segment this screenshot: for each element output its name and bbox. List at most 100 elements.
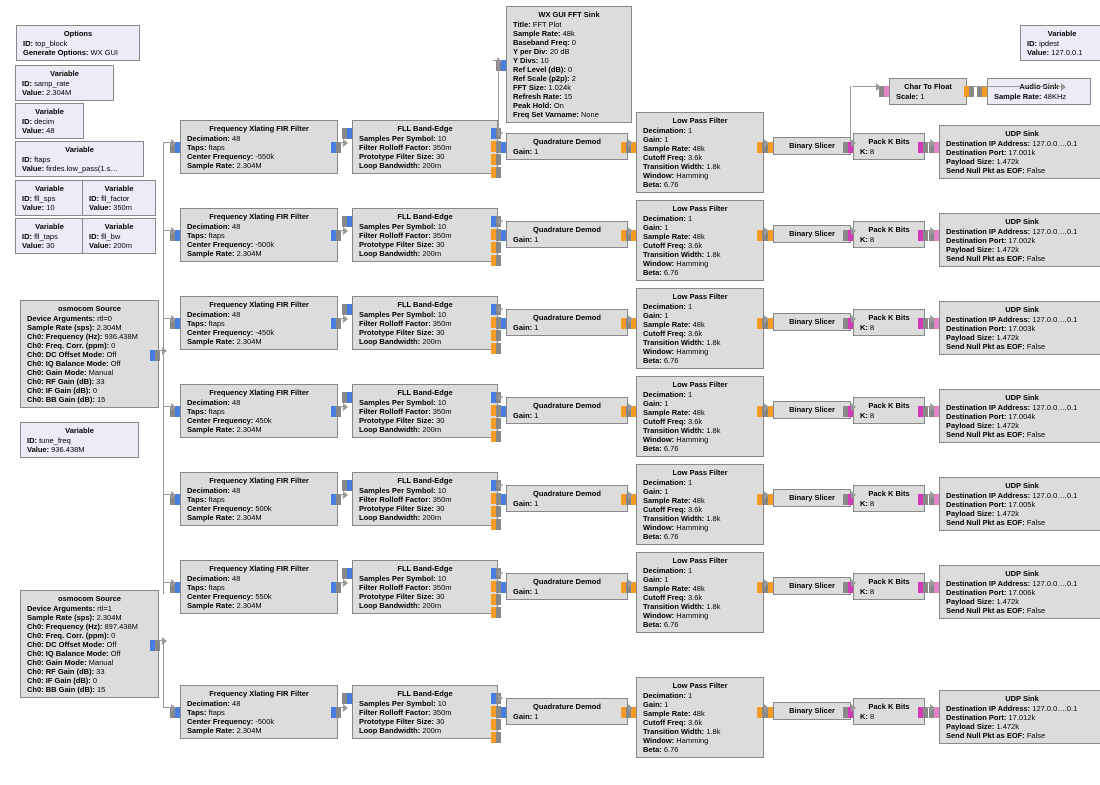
port-tab bbox=[923, 582, 928, 593]
binary-slicer-4[interactable]: Binary Slicer bbox=[773, 489, 851, 507]
quad-demod-6[interactable]: Quadrature DemodGain: 1 bbox=[506, 698, 628, 725]
port[interactable] bbox=[501, 142, 506, 153]
block-field: Destination Port: 17.003k bbox=[946, 324, 1098, 333]
port[interactable] bbox=[347, 568, 352, 579]
port-tab bbox=[496, 707, 501, 718]
port-tab bbox=[923, 230, 928, 241]
audio-sink[interactable]: Audio SinkSample Rate: 48KHz bbox=[987, 78, 1091, 105]
port[interactable] bbox=[501, 406, 506, 417]
pack-kbits-5[interactable]: Pack K BitsK: 8 bbox=[853, 573, 925, 600]
var-ftaps[interactable]: VariableID: ftapsValue: firdes.low_pass(… bbox=[15, 141, 144, 177]
port[interactable] bbox=[982, 86, 987, 97]
port[interactable] bbox=[501, 494, 506, 505]
pack-kbits-3[interactable]: Pack K BitsK: 8 bbox=[853, 397, 925, 424]
fir-filter-3[interactable]: Frequency Xlating FIR FilterDecimation: … bbox=[180, 384, 338, 438]
fir-filter-5[interactable]: Frequency Xlating FIR FilterDecimation: … bbox=[180, 560, 338, 614]
fll-bandedge-3[interactable]: FLL Band-EdgeSamples Per Symbol: 10Filte… bbox=[352, 384, 498, 438]
block-field: Decimation: 1 bbox=[643, 691, 757, 700]
udp-sink-4[interactable]: UDP SinkDestination IP Address: 127.0.0…… bbox=[939, 477, 1100, 531]
lowpass-2[interactable]: Low Pass FilterDecimation: 1Gain: 1Sampl… bbox=[636, 288, 764, 369]
port[interactable] bbox=[501, 582, 506, 593]
connector bbox=[853, 86, 877, 87]
lowpass-6[interactable]: Low Pass FilterDecimation: 1Gain: 1Sampl… bbox=[636, 677, 764, 758]
block-field: Prototype Filter Size: 30 bbox=[359, 328, 491, 337]
block-field: Ch0: IF Gain (dB): 0 bbox=[27, 676, 152, 685]
lowpass-0[interactable]: Low Pass FilterDecimation: 1Gain: 1Sampl… bbox=[636, 112, 764, 193]
var-decim[interactable]: VariableID: decimValue: 48 bbox=[15, 103, 84, 139]
connector bbox=[158, 640, 163, 641]
port-tab bbox=[923, 142, 928, 153]
var-ipdest[interactable]: VariableID: ipdestValue: 127.0.0.1 bbox=[1020, 25, 1100, 61]
block-field: Window: Hamming bbox=[643, 523, 757, 532]
quad-demod-5[interactable]: Quadrature DemodGain: 1 bbox=[506, 573, 628, 600]
fir-filter-4[interactable]: Frequency Xlating FIR FilterDecimation: … bbox=[180, 472, 338, 526]
fir-filter-0[interactable]: Frequency Xlating FIR FilterDecimation: … bbox=[180, 120, 338, 174]
block-field: Window: Hamming bbox=[643, 435, 757, 444]
fll-bandedge-2[interactable]: FLL Band-EdgeSamples Per Symbol: 10Filte… bbox=[352, 296, 498, 350]
pack-kbits-2[interactable]: Pack K BitsK: 8 bbox=[853, 309, 925, 336]
fir-filter-6[interactable]: Frequency Xlating FIR FilterDecimation: … bbox=[180, 685, 338, 739]
block-field: Gain: 1 bbox=[643, 135, 757, 144]
fft-sink[interactable]: WX GUI FFT SinkTitle: FFT PlotSample Rat… bbox=[506, 6, 632, 123]
udp-sink-0[interactable]: UDP SinkDestination IP Address: 127.0.0…… bbox=[939, 125, 1100, 179]
quad-demod-4[interactable]: Quadrature DemodGain: 1 bbox=[506, 485, 628, 512]
udp-sink-1[interactable]: UDP SinkDestination IP Address: 127.0.0…… bbox=[939, 213, 1100, 267]
port[interactable] bbox=[501, 707, 506, 718]
fir-filter-1[interactable]: Frequency Xlating FIR FilterDecimation: … bbox=[180, 208, 338, 262]
fll-bandedge-5[interactable]: FLL Band-EdgeSamples Per Symbol: 10Filte… bbox=[352, 560, 498, 614]
pack-kbits-0[interactable]: Pack K BitsK: 8 bbox=[853, 133, 925, 160]
port[interactable] bbox=[884, 86, 889, 97]
pack-kbits-1[interactable]: Pack K BitsK: 8 bbox=[853, 221, 925, 248]
lowpass-5[interactable]: Low Pass FilterDecimation: 1Gain: 1Sampl… bbox=[636, 552, 764, 633]
fll-bandedge-6[interactable]: FLL Band-EdgeSamples Per Symbol: 10Filte… bbox=[352, 685, 498, 739]
udp-sink-2[interactable]: UDP SinkDestination IP Address: 127.0.0…… bbox=[939, 301, 1100, 355]
block-title: Pack K Bits bbox=[860, 225, 918, 234]
port[interactable] bbox=[347, 693, 352, 704]
fll-bandedge-4[interactable]: FLL Band-EdgeSamples Per Symbol: 10Filte… bbox=[352, 472, 498, 526]
udp-sink-6[interactable]: UDP SinkDestination IP Address: 127.0.0…… bbox=[939, 690, 1100, 744]
block-field: Center Frequency: 450k bbox=[187, 416, 331, 425]
quad-demod-2[interactable]: Quadrature DemodGain: 1 bbox=[506, 309, 628, 336]
var-fllfactor[interactable]: VariableID: fll_factorValue: 350m bbox=[82, 180, 156, 216]
binary-slicer-2[interactable]: Binary Slicer bbox=[773, 313, 851, 331]
port[interactable] bbox=[347, 480, 352, 491]
pack-kbits-4[interactable]: Pack K BitsK: 8 bbox=[853, 485, 925, 512]
port[interactable] bbox=[501, 230, 506, 241]
block-field: Taps: ftaps bbox=[187, 583, 331, 592]
block-field: Transition Width: 1.8k bbox=[643, 162, 757, 171]
lowpass-3[interactable]: Low Pass FilterDecimation: 1Gain: 1Sampl… bbox=[636, 376, 764, 457]
port[interactable] bbox=[347, 216, 352, 227]
var-fllbw[interactable]: VariableID: fll_bwValue: 200m bbox=[82, 218, 156, 254]
lowpass-4[interactable]: Low Pass FilterDecimation: 1Gain: 1Sampl… bbox=[636, 464, 764, 545]
options-block[interactable]: OptionsID: top_blockGenerate Options: WX… bbox=[16, 25, 140, 61]
var-samprate[interactable]: VariableID: samp_rateValue: 2.304M bbox=[15, 65, 114, 101]
udp-sink-5[interactable]: UDP SinkDestination IP Address: 127.0.0…… bbox=[939, 565, 1100, 619]
fll-bandedge-1[interactable]: FLL Band-EdgeSamples Per Symbol: 10Filte… bbox=[352, 208, 498, 262]
binary-slicer-1[interactable]: Binary Slicer bbox=[773, 225, 851, 243]
quad-demod-0[interactable]: Quadrature DemodGain: 1 bbox=[506, 133, 628, 160]
fll-bandedge-0[interactable]: FLL Band-EdgeSamples Per Symbol: 10Filte… bbox=[352, 120, 498, 174]
char-to-float[interactable]: Char To FloatScale: 1 bbox=[889, 78, 967, 105]
pack-kbits-6[interactable]: Pack K BitsK: 8 bbox=[853, 698, 925, 725]
osmocom-source-0[interactable]: osmocom SourceDevice Arguments: rtl=0Sam… bbox=[20, 300, 159, 408]
port[interactable] bbox=[347, 392, 352, 403]
osmocom-source-1[interactable]: osmocom SourceDevice Arguments: rtl=1Sam… bbox=[20, 590, 159, 698]
var-fllsps[interactable]: VariableID: fll_spsValue: 10 bbox=[15, 180, 84, 216]
udp-sink-3[interactable]: UDP SinkDestination IP Address: 127.0.0…… bbox=[939, 389, 1100, 443]
quad-demod-1[interactable]: Quadrature DemodGain: 1 bbox=[506, 221, 628, 248]
port[interactable] bbox=[501, 318, 506, 329]
fir-filter-2[interactable]: Frequency Xlating FIR FilterDecimation: … bbox=[180, 296, 338, 350]
lowpass-1[interactable]: Low Pass FilterDecimation: 1Gain: 1Sampl… bbox=[636, 200, 764, 281]
binary-slicer-3[interactable]: Binary Slicer bbox=[773, 401, 851, 419]
var-tunefreq[interactable]: VariableID: tune_freqValue: 936.438M bbox=[20, 422, 139, 458]
port[interactable] bbox=[347, 128, 352, 139]
binary-slicer-0[interactable]: Binary Slicer bbox=[773, 137, 851, 155]
block-title: osmocom Source bbox=[27, 304, 152, 313]
port-tab bbox=[496, 494, 501, 505]
var-flltaps[interactable]: VariableID: fll_tapsValue: 30 bbox=[15, 218, 84, 254]
port[interactable] bbox=[347, 304, 352, 315]
binary-slicer-6[interactable]: Binary Slicer bbox=[773, 702, 851, 720]
block-title: FLL Band-Edge bbox=[359, 124, 491, 133]
quad-demod-3[interactable]: Quadrature DemodGain: 1 bbox=[506, 397, 628, 424]
binary-slicer-5[interactable]: Binary Slicer bbox=[773, 577, 851, 595]
